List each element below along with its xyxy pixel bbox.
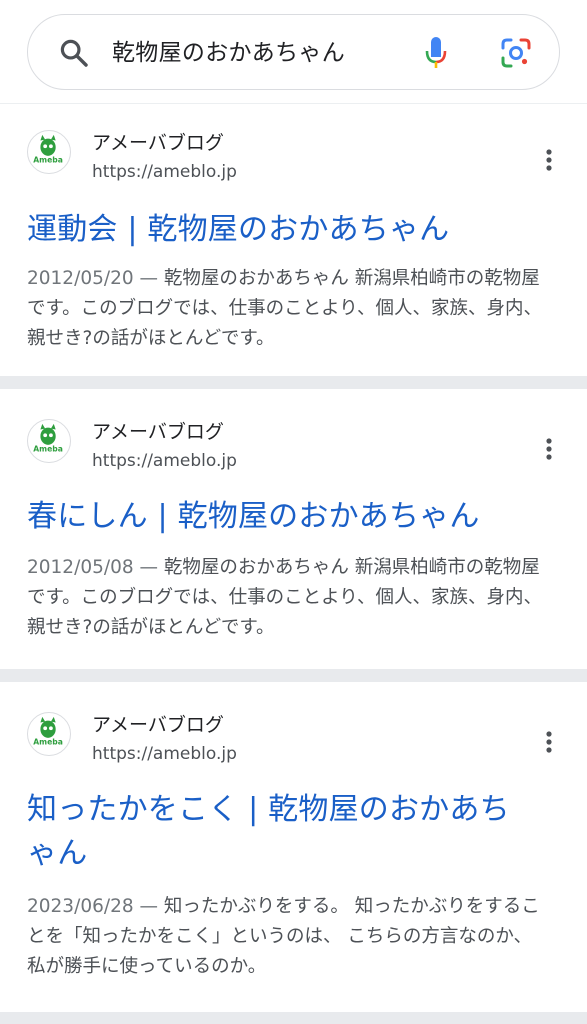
search-result: Ameba アメーバブログ https://ameblo.jp 春にしん | 乾… <box>0 389 587 669</box>
result-separator <box>0 669 587 682</box>
result-snippet: 2012/05/20 — 乾物屋のおかあちゃん 新潟県柏崎市の乾物屋です。このブ… <box>27 264 552 354</box>
site-name: アメーバブログ <box>92 421 224 443</box>
site-name: アメーバブログ <box>92 132 224 154</box>
result-date: 2023/06/28 — <box>27 896 164 917</box>
result-snippet: 2012/05/08 — 乾物屋のおかあちゃん 新潟県柏崎市の乾物屋です。このブ… <box>27 553 552 643</box>
result-title-link[interactable]: 春にしん | 乾物屋のおかあちゃん <box>27 495 547 539</box>
more-options-icon[interactable] <box>538 437 560 461</box>
site-url: https://ameblo.jp <box>92 744 237 764</box>
site-info[interactable]: Ameba アメーバブログ https://ameblo.jp <box>0 389 587 471</box>
favicon-label: Ameba <box>33 738 63 747</box>
google-lens-icon[interactable] <box>500 37 532 69</box>
search-result: Ameba アメーバブログ https://ameblo.jp 知ったかをこく … <box>0 682 587 1012</box>
more-options-icon[interactable] <box>538 730 560 754</box>
result-title-link[interactable]: 知ったかをこく | 乾物屋のおかあちゃん <box>27 788 537 876</box>
search-icon[interactable] <box>58 37 90 69</box>
result-date: 2012/05/20 — <box>27 268 164 289</box>
favicon-label: Ameba <box>33 156 63 165</box>
ameba-favicon-icon: Ameba <box>27 419 71 463</box>
result-title-link[interactable]: 運動会 | 乾物屋のおかあちゃん <box>27 208 547 252</box>
search-input[interactable]: 乾物屋のおかあちゃん <box>112 37 345 69</box>
search-header: 乾物屋のおかあちゃん <box>0 0 587 104</box>
search-bar[interactable]: 乾物屋のおかあちゃん <box>27 14 560 90</box>
ameba-favicon-icon: Ameba <box>27 712 71 756</box>
mic-icon[interactable] <box>424 35 448 71</box>
result-separator <box>0 1012 587 1024</box>
result-snippet: 2023/06/28 — 知ったかぶりをする。 知ったかぶりをすることを「知った… <box>27 892 552 982</box>
favicon-label: Ameba <box>33 445 63 454</box>
result-separator <box>0 376 587 389</box>
site-url: https://ameblo.jp <box>92 162 237 182</box>
ameba-favicon-icon: Ameba <box>27 130 71 174</box>
search-result: Ameba アメーバブログ https://ameblo.jp 運動会 | 乾物… <box>0 104 587 376</box>
site-info[interactable]: Ameba アメーバブログ https://ameblo.jp <box>0 682 587 764</box>
site-name: アメーバブログ <box>92 714 224 736</box>
site-info[interactable]: Ameba アメーバブログ https://ameblo.jp <box>0 104 587 182</box>
more-options-icon[interactable] <box>538 148 560 172</box>
result-date: 2012/05/08 — <box>27 557 164 578</box>
site-url: https://ameblo.jp <box>92 451 237 471</box>
